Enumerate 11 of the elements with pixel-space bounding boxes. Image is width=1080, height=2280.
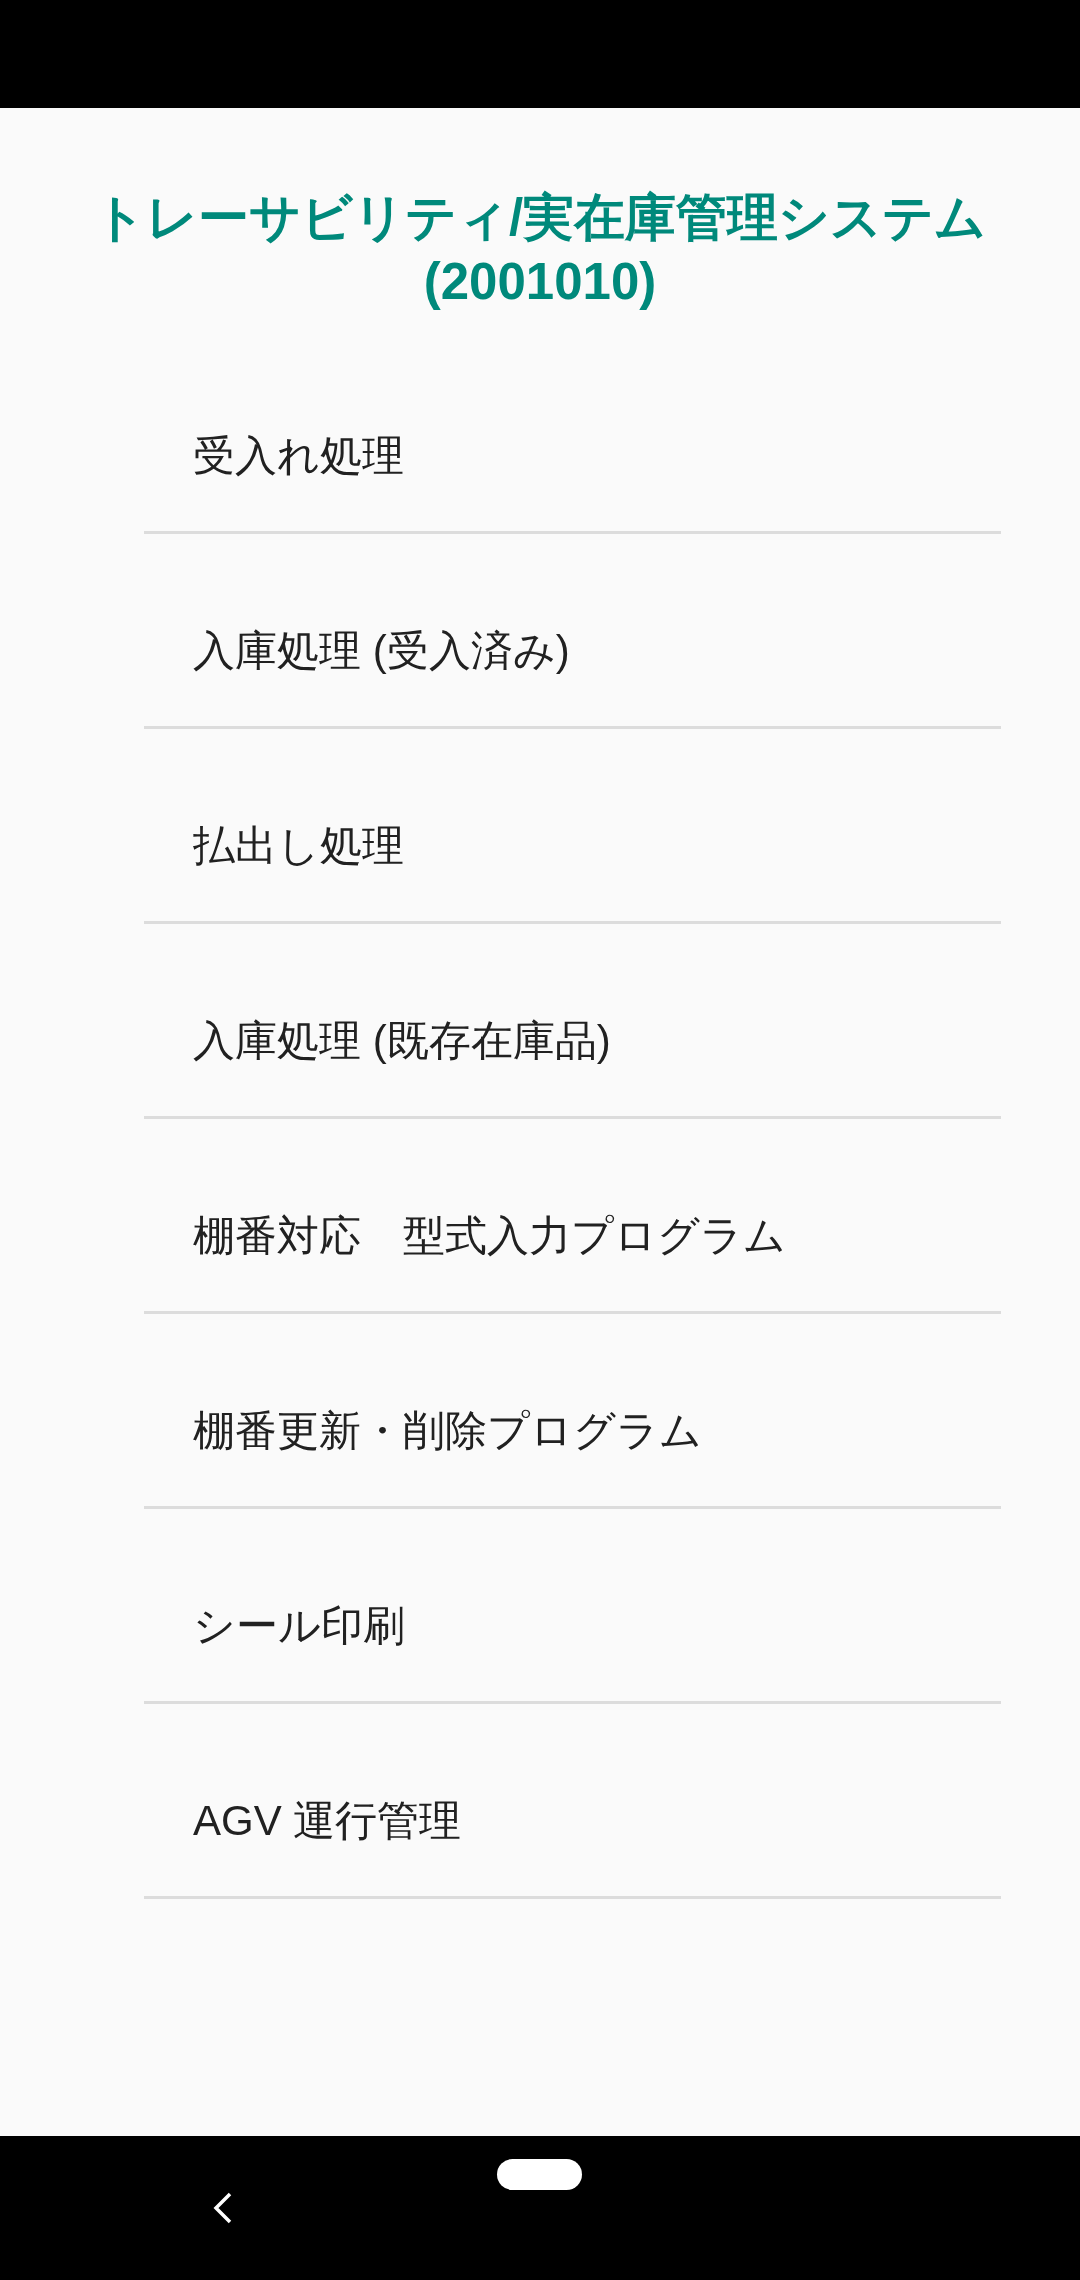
menu-item[interactable]: 払出し処理: [144, 729, 1001, 924]
menu-item[interactable]: 入庫処理 (既存在庫品): [144, 924, 1001, 1119]
menu-item[interactable]: 棚番対応 型式入力プログラム: [144, 1119, 1001, 1314]
app-title: トレーサビリティ/実在庫管理システム (2001010): [93, 188, 987, 312]
menu-item[interactable]: シール印刷: [144, 1509, 1001, 1704]
home-handle[interactable]: [497, 2159, 582, 2190]
menu-item[interactable]: 入庫処理 (受入済み): [144, 534, 1001, 729]
menu-item[interactable]: 棚番更新・削除プログラム: [144, 1314, 1001, 1509]
menu-item[interactable]: 受入れ処理: [144, 339, 1001, 534]
menu-item[interactable]: AGV 運行管理: [144, 1704, 1001, 1899]
back-icon[interactable]: [212, 2192, 232, 2224]
